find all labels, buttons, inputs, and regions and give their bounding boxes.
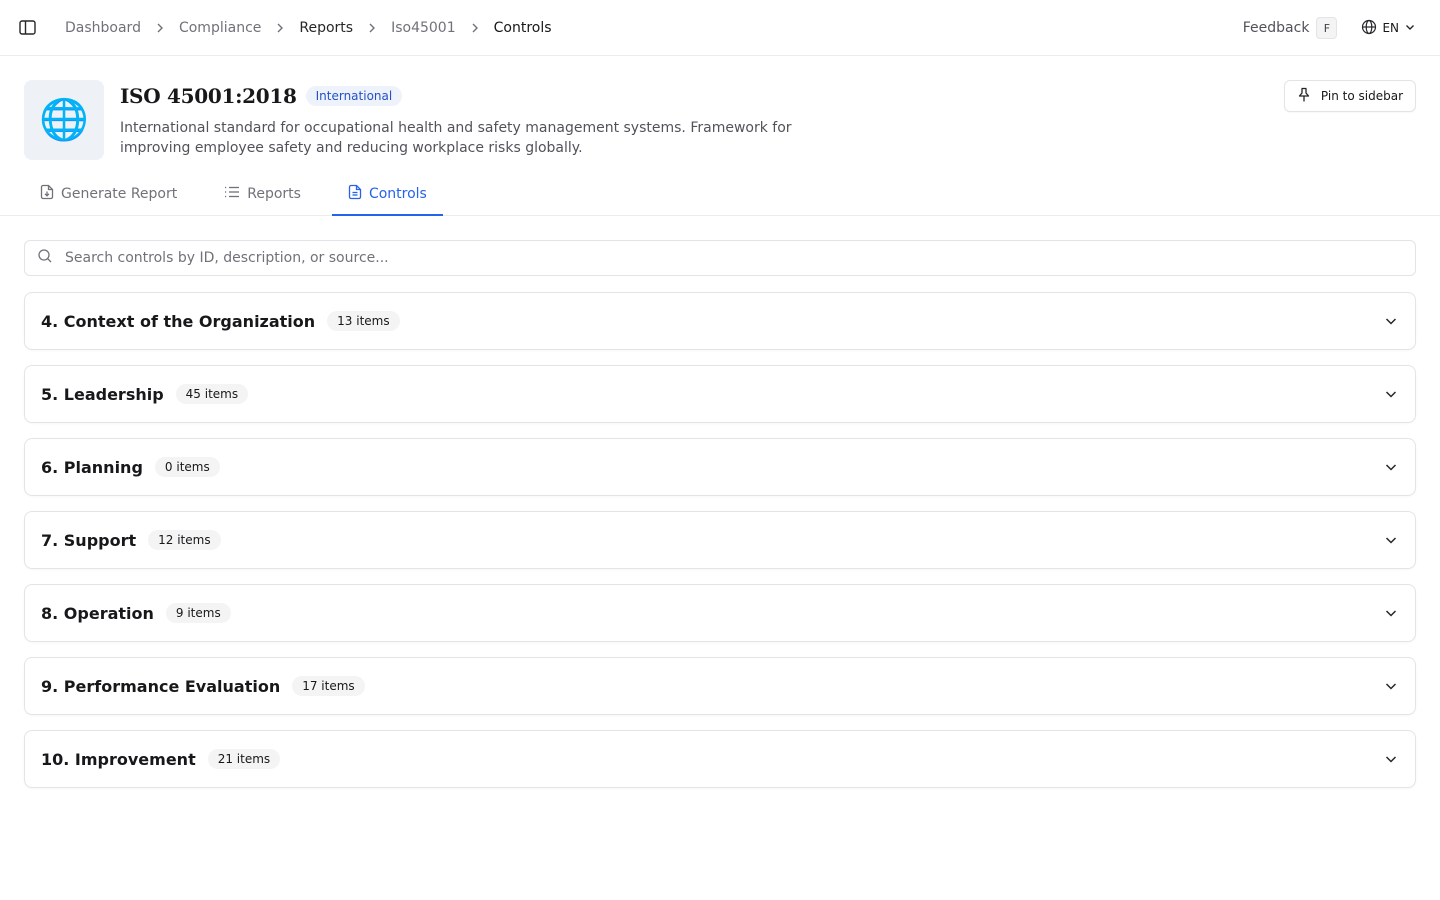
chevron-right-icon: [364, 20, 380, 36]
item-count-badge: 21 items: [207, 749, 281, 769]
pin-to-sidebar-button[interactable]: Pin to sidebar: [1283, 80, 1416, 112]
scope-badge: International: [305, 86, 403, 106]
section-title: 10. Improvement: [41, 749, 196, 769]
section-planning[interactable]: 6. Planning 0 items: [24, 438, 1416, 496]
breadcrumb-iso45001[interactable]: Iso45001: [391, 20, 456, 36]
pin-label: Pin to sidebar: [1320, 89, 1403, 103]
chevron-right-icon: [152, 20, 168, 36]
search-box: [24, 240, 1416, 276]
chevron-down-icon: [1383, 532, 1399, 548]
feedback-shortcut-key: F: [1316, 17, 1338, 39]
section-leadership[interactable]: 5. Leadership 45 items: [24, 365, 1416, 423]
section-title: 5. Leadership: [41, 384, 164, 404]
breadcrumb-reports[interactable]: Reports: [299, 20, 353, 36]
tab-reports[interactable]: Reports: [208, 174, 317, 214]
page-title: ISO 45001:2018: [120, 84, 297, 108]
title-block: ISO 45001:2018 International Internation…: [120, 84, 880, 158]
section-context-of-organization[interactable]: 4. Context of the Organization 13 items: [24, 292, 1416, 350]
tab-label: Controls: [368, 186, 427, 202]
top-right-actions: Feedback F EN: [1243, 0, 1416, 56]
item-count-badge: 9 items: [165, 603, 231, 623]
section-title: 8. Operation: [41, 603, 154, 623]
section-support[interactable]: 7. Support 12 items: [24, 511, 1416, 569]
tab-bar: Generate Report Reports Controls: [24, 174, 443, 216]
chevron-right-icon: [272, 20, 288, 36]
section-title: 6. Planning: [41, 457, 143, 477]
section-operation[interactable]: 8. Operation 9 items: [24, 584, 1416, 642]
search-input[interactable]: [65, 250, 1403, 266]
sidebar-toggle-icon[interactable]: [16, 17, 38, 39]
document-icon: [348, 184, 362, 204]
chevron-down-icon: [1383, 459, 1399, 475]
tab-generate-report[interactable]: Generate Report: [24, 174, 193, 214]
feedback-button[interactable]: Feedback F: [1243, 17, 1338, 39]
control-sections: 4. Context of the Organization 13 items …: [24, 292, 1416, 788]
breadcrumb-dashboard[interactable]: Dashboard: [65, 20, 141, 36]
chevron-down-icon: [1383, 605, 1399, 621]
chevron-down-icon: [1383, 751, 1399, 767]
section-title: 4. Context of the Organization: [41, 311, 316, 331]
chevron-right-icon: [467, 20, 483, 36]
search-icon: [37, 248, 53, 268]
breadcrumb: Dashboard Compliance Reports Iso45001 Co…: [65, 20, 552, 36]
chevron-down-icon: [1404, 21, 1416, 36]
globe-emoji-icon: 🌐: [39, 97, 89, 143]
section-improvement[interactable]: 10. Improvement 21 items: [24, 730, 1416, 788]
item-count-badge: 13 items: [327, 311, 400, 331]
item-count-badge: 0 items: [154, 457, 220, 477]
tab-label: Generate Report: [61, 186, 178, 202]
item-count-badge: 45 items: [175, 384, 249, 404]
language-label: EN: [1382, 21, 1399, 35]
chevron-down-icon: [1383, 678, 1399, 694]
chevron-down-icon: [1383, 386, 1399, 402]
item-count-badge: 12 items: [148, 530, 221, 550]
pin-icon: [1297, 87, 1311, 106]
controls-panel: 4. Context of the Organization 13 items …: [0, 216, 1440, 788]
feedback-label: Feedback: [1242, 20, 1310, 36]
chevron-down-icon: [1383, 313, 1399, 329]
breadcrumb-controls: Controls: [493, 19, 552, 36]
tab-controls[interactable]: Controls: [331, 174, 443, 216]
standard-description: International standard for occupational …: [120, 120, 792, 156]
list-icon: [224, 185, 240, 203]
globe-icon: [1361, 19, 1377, 38]
standard-header: 🌐 ISO 45001:2018 International Internati…: [0, 56, 1440, 216]
section-performance-evaluation[interactable]: 9. Performance Evaluation 17 items: [24, 657, 1416, 715]
breadcrumb-compliance[interactable]: Compliance: [179, 20, 261, 36]
section-title: 9. Performance Evaluation: [41, 676, 281, 696]
top-bar: Dashboard Compliance Reports Iso45001 Co…: [0, 0, 1440, 56]
tab-label: Reports: [247, 186, 301, 202]
file-download-icon: [40, 184, 54, 204]
section-title: 7. Support: [41, 530, 137, 550]
item-count-badge: 17 items: [292, 676, 365, 696]
language-selector[interactable]: EN: [1361, 19, 1416, 38]
standard-logo: 🌐: [24, 80, 104, 160]
title-row: ISO 45001:2018 International: [120, 84, 880, 108]
